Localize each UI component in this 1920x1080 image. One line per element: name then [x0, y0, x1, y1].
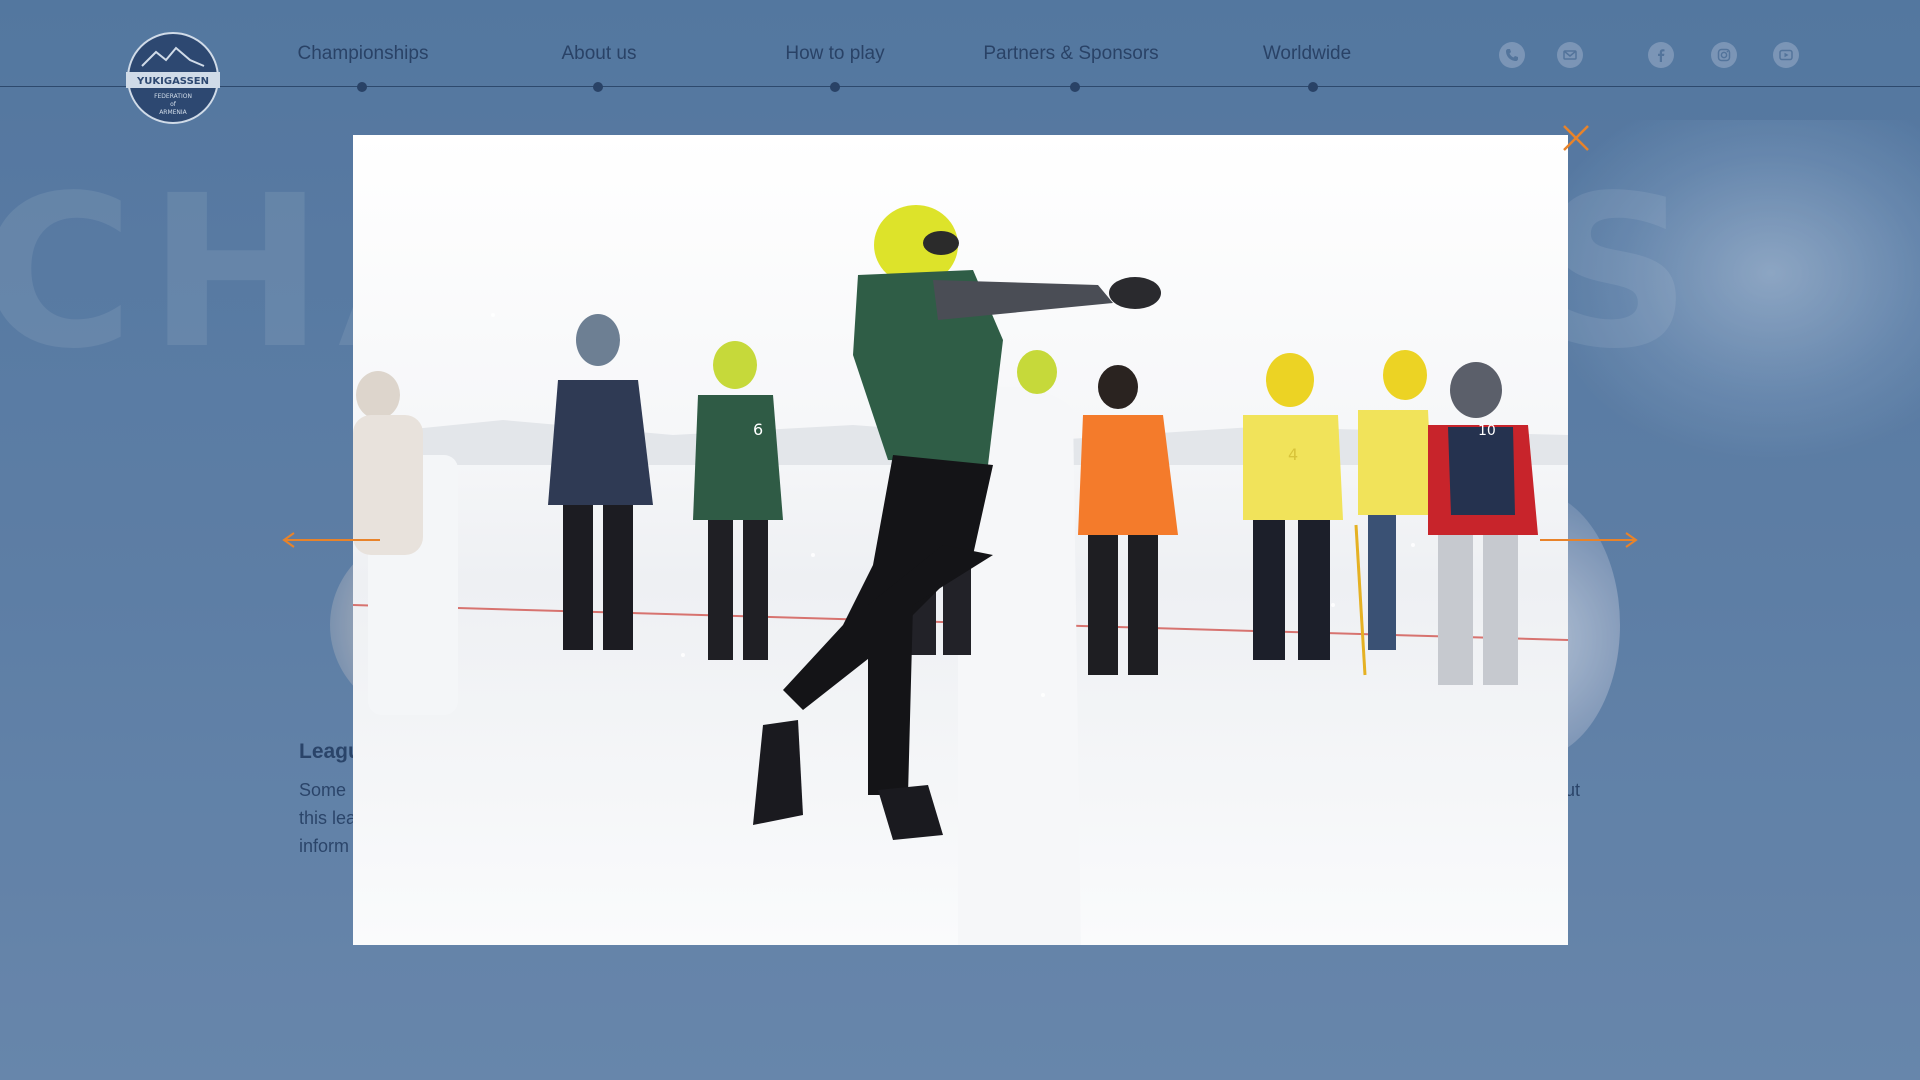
- lightbox-modal: 6 4 10: [353, 135, 1568, 945]
- close-icon[interactable]: [1560, 122, 1592, 154]
- svg-text:4: 4: [1288, 445, 1298, 464]
- svg-text:6: 6: [753, 420, 763, 439]
- svg-text:10: 10: [1478, 423, 1496, 439]
- previous-arrow-icon[interactable]: [282, 530, 382, 550]
- lightbox-photo: 6 4 10: [353, 135, 1568, 945]
- next-arrow-icon[interactable]: [1538, 530, 1638, 550]
